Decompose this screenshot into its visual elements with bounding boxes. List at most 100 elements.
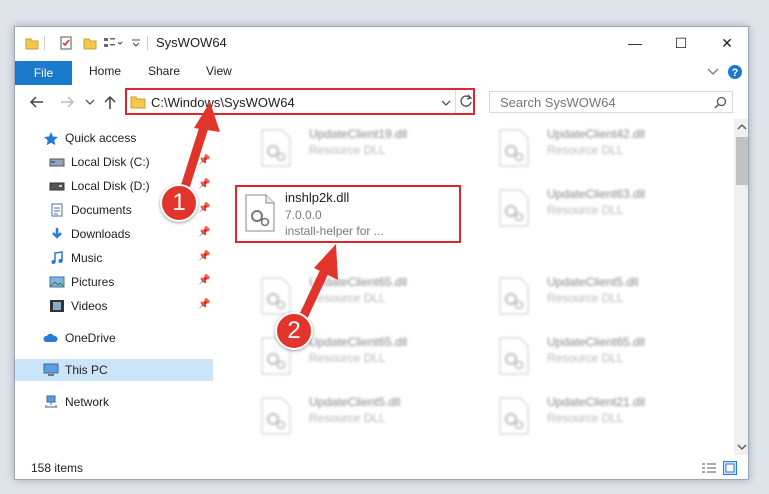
search-box[interactable] — [489, 91, 733, 113]
address-path[interactable]: C:\Windows\SysWOW64 — [151, 95, 295, 110]
customize-toolbar-icon[interactable] — [103, 36, 123, 50]
file-name: UpdateClient65.dll — [309, 335, 408, 349]
computer-icon — [43, 363, 59, 376]
file-type: Resource DLL — [547, 203, 624, 217]
dll-file-icon — [245, 194, 275, 232]
address-bar[interactable]: C:\Windows\SysWOW64 — [125, 88, 475, 115]
navigation-bar: C:\Windows\SysWOW64 — [15, 85, 748, 119]
search-icon[interactable] — [714, 96, 727, 109]
item-count: 158 items — [31, 461, 84, 475]
tab-file[interactable]: File — [15, 61, 72, 85]
drive-icon — [49, 182, 65, 191]
file-type: Resource DLL — [309, 351, 386, 365]
sidebar-item-music[interactable]: Music 📌 — [15, 247, 213, 269]
sidebar-item-this-pc[interactable]: This PC — [15, 359, 213, 381]
file-type: Resource DLL — [547, 143, 624, 157]
forward-arrow-icon[interactable] — [59, 95, 75, 109]
file-tile[interactable]: UpdateClient5.dll Resource DLL — [237, 391, 457, 447]
music-icon — [51, 251, 63, 264]
title-separator — [147, 36, 148, 50]
file-name: UpdateClient63.dll — [547, 187, 646, 201]
dll-file-icon — [499, 397, 529, 435]
file-name: UpdateClient65.dll — [547, 335, 646, 349]
selected-file-tile[interactable]: inshlp2k.dll 7.0.0.0 install-helper for … — [235, 185, 461, 243]
sidebar-item-label: Downloads — [71, 227, 131, 241]
title-bar: SysWOW64 — ☐ ✕ — [15, 27, 748, 59]
cloud-icon — [43, 333, 58, 342]
recent-locations-icon[interactable] — [85, 97, 95, 107]
ribbon-tabs: File Home Share View ? — [15, 59, 748, 85]
properties-icon[interactable] — [59, 36, 73, 50]
tab-view[interactable]: View — [206, 64, 232, 78]
navigation-pane: Quick access Local Disk (C:) 📌 Local Dis… — [15, 119, 213, 455]
file-tile[interactable]: UpdateClient19.dll Resource DLL — [237, 123, 457, 179]
dll-file-icon — [499, 129, 529, 167]
help-icon[interactable]: ? — [727, 64, 743, 80]
pin-icon: 📌 — [198, 227, 211, 238]
file-description: install-helper for ... — [285, 224, 384, 238]
refresh-icon[interactable] — [459, 94, 473, 108]
sidebar-item-pictures[interactable]: Pictures 📌 — [15, 271, 213, 293]
file-name: UpdateClient5.dll — [547, 275, 639, 289]
videos-icon — [50, 300, 64, 312]
sidebar-item-network[interactable]: Network — [15, 391, 213, 413]
file-tile[interactable]: UpdateClient42.dll Resource DLL — [475, 123, 695, 179]
file-tile[interactable]: UpdateClient21.dll Resource DLL — [475, 391, 695, 447]
folder-icon[interactable] — [25, 36, 39, 50]
scroll-up-icon[interactable] — [737, 123, 747, 131]
sidebar-item-label: Quick access — [65, 131, 137, 145]
file-tile[interactable]: UpdateClient63.dll Resource DLL — [475, 183, 695, 239]
ribbon-expand-icon[interactable] — [707, 67, 719, 77]
new-folder-icon[interactable] — [83, 36, 97, 50]
status-bar: 158 items — [15, 455, 748, 479]
file-type: Resource DLL — [309, 411, 386, 425]
sidebar-item-label: OneDrive — [65, 331, 116, 345]
explorer-window: SysWOW64 — ☐ ✕ File Home Share View ? C:… — [14, 26, 749, 480]
sidebar-item-onedrive[interactable]: OneDrive — [15, 327, 213, 349]
minimize-button[interactable]: — — [612, 27, 658, 59]
file-tile[interactable]: UpdateClient65.dll Resource DLL — [475, 331, 695, 387]
folder-icon — [130, 96, 146, 109]
dll-file-icon — [261, 129, 291, 167]
drive-icon — [49, 158, 65, 167]
chevron-down-icon[interactable] — [131, 36, 141, 50]
dll-file-icon — [261, 397, 291, 435]
file-name: UpdateClient5.dll — [309, 395, 401, 409]
file-type: Resource DLL — [309, 143, 386, 157]
sidebar-item-quick-access[interactable]: Quick access — [15, 127, 213, 149]
maximize-button[interactable]: ☐ — [658, 27, 704, 59]
sidebar-item-label: Local Disk (D:) — [71, 179, 150, 193]
file-version: 7.0.0.0 — [285, 208, 322, 222]
scroll-down-icon[interactable] — [737, 443, 747, 451]
file-list: UpdateClient19.dll Resource DLL UpdateCl… — [213, 119, 734, 455]
details-view-icon[interactable] — [701, 462, 717, 474]
sidebar-item-videos[interactable]: Videos 📌 — [15, 295, 213, 317]
close-button[interactable]: ✕ — [704, 27, 748, 59]
up-arrow-icon[interactable] — [103, 94, 117, 110]
sidebar-item-local-disk-c[interactable]: Local Disk (C:) 📌 — [15, 151, 213, 173]
dll-file-icon — [261, 277, 291, 315]
file-tile[interactable]: UpdateClient65.dll Resource DLL — [237, 271, 457, 327]
search-input[interactable] — [490, 92, 690, 112]
tiles-view-icon[interactable] — [723, 461, 737, 475]
file-tile[interactable]: UpdateClient5.dll Resource DLL — [475, 271, 695, 327]
file-tile[interactable]: UpdateClient65.dll Resource DLL — [237, 331, 457, 387]
step-badge-1: 1 — [160, 184, 198, 222]
dll-file-icon — [499, 277, 529, 315]
file-name: UpdateClient65.dll — [309, 275, 408, 289]
back-arrow-icon[interactable] — [29, 95, 45, 109]
svg-text:?: ? — [732, 67, 739, 79]
step-badge-2: 2 — [275, 312, 313, 350]
file-name: UpdateClient42.dll — [547, 127, 646, 141]
title-separator — [44, 36, 45, 50]
address-dropdown-icon[interactable] — [441, 98, 451, 108]
file-type: Resource DLL — [547, 291, 624, 305]
sidebar-item-downloads[interactable]: Downloads 📌 — [15, 223, 213, 245]
tab-share[interactable]: Share — [148, 64, 180, 78]
vertical-scrollbar[interactable] — [734, 119, 748, 455]
sidebar-item-label: Network — [65, 395, 110, 409]
scroll-thumb[interactable] — [736, 137, 748, 185]
file-name: inshlp2k.dll — [285, 190, 350, 205]
sidebar-item-label: Documents — [71, 203, 132, 217]
tab-home[interactable]: Home — [89, 64, 121, 78]
